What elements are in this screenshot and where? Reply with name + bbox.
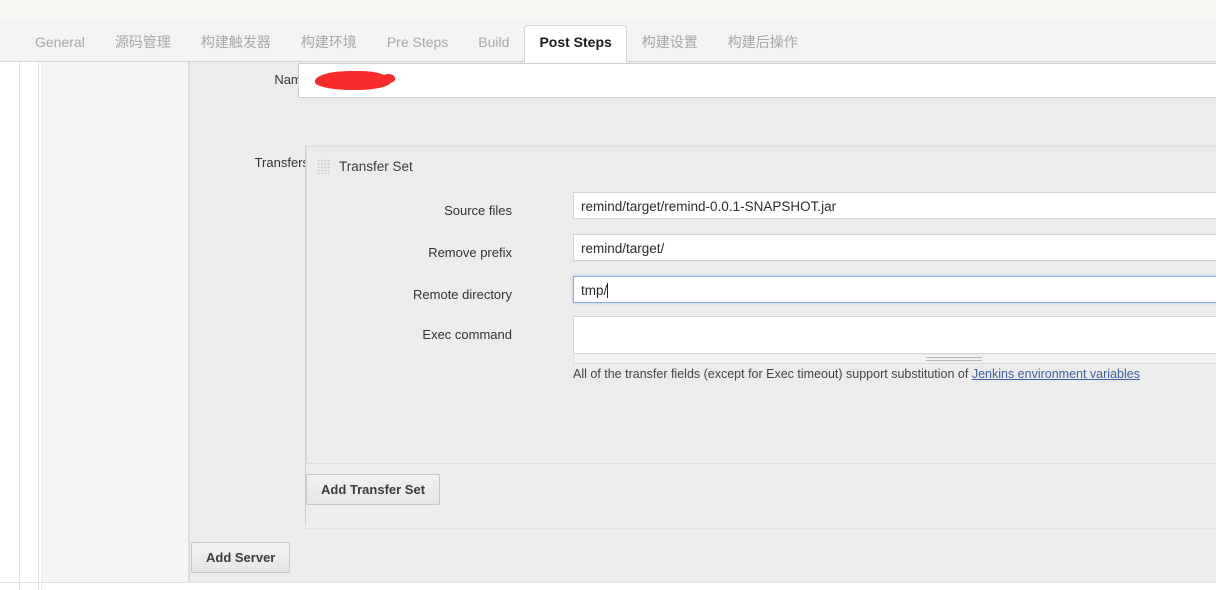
field-row-source-files: Source files remind/target/remind-0.0.1-… (307, 192, 1216, 234)
remove-prefix-input[interactable]: remind/target/ (573, 234, 1216, 261)
name-input[interactable] (298, 63, 1216, 98)
field-row-exec-command: Exec command (307, 316, 1216, 366)
source-files-input[interactable]: remind/target/remind-0.0.1-SNAPSHOT.jar (573, 192, 1216, 219)
tab-build-env[interactable]: 构建环境 (286, 35, 372, 62)
source-files-label: Source files (444, 203, 512, 218)
transfers-label: Transfers (254, 155, 309, 170)
tab-scm[interactable]: 源码管理 (100, 35, 186, 62)
remote-directory-label: Remote directory (413, 287, 512, 302)
exec-command-textarea[interactable] (573, 316, 1216, 354)
tab-build-settings[interactable]: 构建设置 (627, 35, 713, 62)
add-server-button[interactable]: Add Server (191, 542, 291, 573)
post-steps-form: Name Transfers Transfer Set Source files… (189, 62, 1216, 582)
name-row: Name (190, 62, 1216, 128)
remote-directory-value: tmp/ (581, 283, 608, 298)
exec-command-label: Exec command (422, 327, 512, 342)
jenkins-env-vars-link[interactable]: Jenkins environment variables (972, 367, 1140, 381)
transfer-set-panel: Transfer Set Source files remind/target/… (306, 146, 1216, 464)
config-tab-bar: General 源码管理 构建触发器 构建环境 Pre Steps Build … (0, 18, 1216, 63)
tab-build-triggers[interactable]: 构建触发器 (186, 35, 286, 62)
transfer-set-header: Transfer Set (317, 159, 413, 174)
tab-build[interactable]: Build (463, 35, 524, 62)
layout-rail-mid (38, 62, 39, 590)
field-row-remote-directory: Remote directory tmp/ (307, 276, 1216, 318)
tab-general[interactable]: General (20, 35, 100, 62)
page-bottom-divider (0, 582, 1216, 583)
transfer-helper-note: All of the transfer fields (except for E… (573, 367, 1140, 381)
helper-note-text: All of the transfer fields (except for E… (573, 367, 972, 381)
redaction-scribble (315, 71, 391, 90)
name-label: Name (274, 72, 309, 87)
config-page-body: Name Transfers Transfer Set Source files… (0, 62, 1216, 590)
text-cursor (607, 283, 609, 298)
transfer-set-title: Transfer Set (339, 159, 413, 174)
tab-pre-steps[interactable]: Pre Steps (372, 35, 463, 62)
tab-post-build[interactable]: 构建后操作 (713, 35, 813, 62)
layout-rail-outer (19, 62, 20, 590)
drag-grid-icon[interactable] (317, 159, 330, 174)
server-panel: Transfer Set Source files remind/target/… (305, 145, 1216, 525)
remove-prefix-label: Remove prefix (428, 245, 512, 260)
textarea-resize-handle[interactable] (573, 355, 1216, 364)
field-row-remove-prefix: Remove prefix remind/target/ (307, 234, 1216, 276)
server-panel-divider (305, 528, 1216, 529)
window-top-strip (0, 0, 1216, 18)
remote-directory-input[interactable]: tmp/ (573, 276, 1216, 303)
left-side-panel (42, 62, 189, 582)
tab-post-steps[interactable]: Post Steps (524, 25, 627, 63)
add-transfer-set-button[interactable]: Add Transfer Set (306, 474, 441, 505)
